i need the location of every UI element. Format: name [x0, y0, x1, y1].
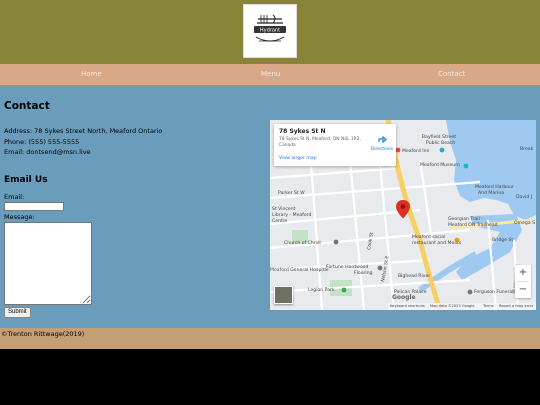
directions-icon [378, 135, 387, 144]
nav-contact-link[interactable]: Contact [438, 64, 465, 85]
label-fortune-2: Flooring [354, 270, 373, 276]
message-label: Message: [4, 213, 35, 221]
label-bighead-river: Bighead River [398, 273, 430, 279]
google-logo: Google [392, 294, 416, 301]
place-address: 78 Sykes St N, Meaford, ON N4L 1R2, Cana… [279, 137, 361, 148]
label-general-hospital: Meaford General Hospital [270, 267, 329, 273]
label-fortune-1: Fortune Hardwood [326, 264, 368, 270]
zoom-out-button[interactable]: − [515, 282, 531, 298]
label-legion-park: Legion Park [308, 287, 335, 293]
copyright-text: ©Trenton Rittwage(2019) [1, 330, 85, 338]
message-textarea[interactable] [4, 222, 92, 305]
keyboard-shortcuts-link[interactable]: Keyboard shortcuts [390, 303, 425, 310]
label-meaford-museum: Meaford Museum [420, 162, 460, 168]
email-field[interactable] [4, 202, 64, 211]
label-georgian-1: Georgian Trail - [448, 216, 483, 222]
label-st-vincent-3: Centre [272, 218, 288, 224]
label-omega: Omega S [514, 220, 535, 226]
label-david: David J [516, 194, 532, 200]
nav-menu-link[interactable]: Menu [261, 64, 280, 85]
cutlery-icon [257, 14, 283, 24]
site-logo[interactable]: Hydrant [243, 4, 297, 58]
view-larger-map-link[interactable]: View larger map [279, 156, 317, 161]
label-harbour-1: Meaford Harbour [475, 184, 514, 190]
satellite-toggle[interactable] [274, 286, 293, 304]
label-ferguson: Ferguson Funeral [474, 289, 513, 295]
place-info-card: 78 Sykes St N 78 Sykes St N, Meaford, ON… [274, 124, 396, 166]
zoom-control: + − [515, 265, 531, 298]
nav-home-link[interactable]: Home [81, 64, 102, 85]
nav-bar: Home Menu Contact [0, 64, 540, 85]
phone-text: Phone: (555) 555-5555 [4, 138, 80, 146]
label-social-1: Meaford social [412, 234, 445, 240]
email-us-heading: Email Us [4, 175, 48, 185]
label-breakwater: Break [520, 146, 534, 152]
directions-button[interactable]: Directions [370, 128, 394, 152]
report-error-link[interactable]: Report a map error [499, 303, 533, 310]
label-parker-st: Parker St W [278, 190, 305, 196]
submit-button[interactable]: Submit [4, 307, 31, 318]
logo-text: Hydrant [260, 28, 280, 34]
place-title: 78 Sykes St N [279, 128, 326, 135]
label-church: Church of Christ [284, 240, 321, 246]
label-harbour-2: And Marina [478, 190, 504, 196]
zoom-in-button[interactable]: + [515, 265, 531, 281]
label-bayfield-1: Bayfield Street [422, 134, 456, 140]
main-content: Contact Address: 78 Sykes Street North, … [0, 85, 540, 328]
terms-link[interactable]: Terms [483, 303, 494, 310]
address-text: Address: 78 Sykes Street North, Meaford … [4, 127, 163, 135]
label-georgian-2: Meaford ON Trailhead [448, 222, 498, 228]
map-attribution-bar: Keyboard shortcuts Map data ©2023 Google… [388, 303, 536, 310]
site-header: Hydrant [0, 0, 540, 64]
label-meaford-inn: Meaford Inn [402, 148, 429, 154]
label-bridge-st: Bridge St [492, 237, 513, 243]
site-footer: ©Trenton Rittwage(2019) [0, 328, 540, 349]
email-text: Email: dontsend@msn.live [4, 148, 91, 156]
google-map[interactable]: Meaford Inn Bayfield Street Public Beach… [270, 120, 536, 310]
label-st-vincent-1: St Vincent [272, 206, 296, 212]
label-social-2: restaurant and Meats [412, 240, 462, 246]
label-st-vincent-2: Library - Meaford [272, 212, 311, 218]
email-label: Email: [4, 193, 25, 201]
contact-heading: Contact [4, 100, 50, 112]
map-data-text: Map data ©2023 Google [430, 304, 475, 308]
label-bayfield-2: Public Beach [426, 140, 455, 146]
directions-label: Directions [370, 147, 394, 152]
